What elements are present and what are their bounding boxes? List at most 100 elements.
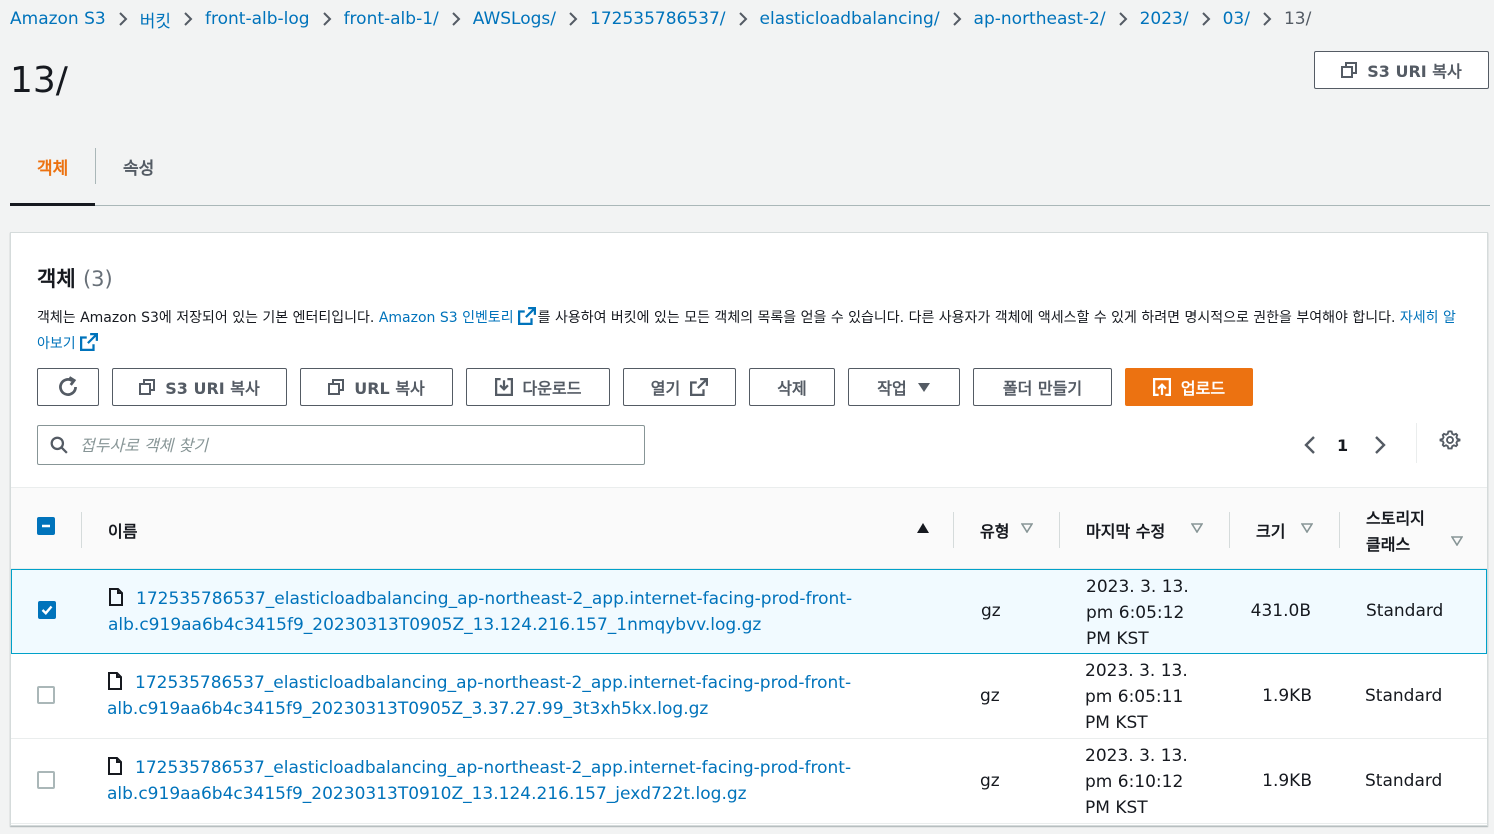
object-name-line2: alb.c919aa6b4c3415f9_20230313T0905Z_3.37… <box>107 699 709 719</box>
object-name-line2: alb.c919aa6b4c3415f9_20230313T0910Z_13.1… <box>107 784 747 804</box>
check-icon <box>41 605 53 615</box>
external-link-icon <box>79 333 98 351</box>
breadcrumb-folder-account[interactable]: 172535786537/ <box>590 9 726 29</box>
column-header-storage-class-line1[interactable]: 스토리지 <box>1366 505 1425 529</box>
breadcrumb-amazon-s3[interactable]: Amazon S3 <box>10 9 106 29</box>
row-checkbox[interactable] <box>37 771 55 789</box>
object-storage-class: Standard <box>1366 601 1444 621</box>
copy-url-label: URL 복사 <box>354 379 425 398</box>
column-header-size[interactable]: 크기 <box>1256 518 1285 542</box>
header-copy-s3-uri-button[interactable]: S3 URI 복사 <box>1314 51 1489 89</box>
object-size: 1.9KB <box>1262 686 1312 706</box>
breadcrumb-folder-year[interactable]: 2023/ <box>1140 9 1189 29</box>
object-name-link[interactable]: 172535786537_elasticloadbalancing_ap-nor… <box>107 755 867 807</box>
object-storage-class: Standard <box>1365 686 1443 706</box>
search-input[interactable] <box>80 435 620 455</box>
object-type: gz <box>980 771 1000 791</box>
column-header-type[interactable]: 유형 <box>980 518 1009 542</box>
file-icon <box>108 672 122 690</box>
breadcrumb-folder-awslogs[interactable]: AWSLogs/ <box>473 9 556 29</box>
last-modified-time: pm 6:05:12 <box>1086 603 1185 623</box>
actions-label: 작업 <box>877 379 907 398</box>
objects-panel: 객체 (3) 객체는 Amazon S3에 저장되어 있는 기본 엔터티입니다.… <box>10 232 1488 826</box>
row-checkbox[interactable] <box>38 601 56 619</box>
download-button[interactable]: 다운로드 <box>466 368 610 406</box>
chevron-right-icon <box>556 11 590 27</box>
header-copy-s3-uri-label: S3 URI 복사 <box>1367 62 1462 81</box>
tab-properties[interactable]: 속성 <box>123 154 154 179</box>
actions-dropdown-button[interactable]: 작업 <box>848 368 960 406</box>
object-name-line1: 172535786537_elasticloadbalancing_ap-nor… <box>135 673 852 693</box>
column-header-last-modified[interactable]: 마지막 수정 <box>1086 518 1165 542</box>
sort-caret-down-icon[interactable] <box>1021 523 1033 533</box>
column-divider <box>1339 512 1340 548</box>
object-last-modified: 2023. 3. 13. pm 6:05:12 PM KST <box>1086 574 1206 652</box>
upload-button[interactable]: 업로드 <box>1125 368 1253 406</box>
select-all-checkbox[interactable] <box>37 517 55 535</box>
current-page-number[interactable]: 1 <box>1337 436 1348 455</box>
tab-baseline <box>10 205 1490 206</box>
copy-url-button[interactable]: URL 복사 <box>300 368 453 406</box>
object-last-modified: 2023. 3. 13. pm 6:10:12 PM KST <box>1085 743 1205 821</box>
objects-heading-label: 객체 <box>37 267 76 291</box>
sort-caret-down-icon[interactable] <box>1451 536 1463 546</box>
file-icon <box>108 757 122 775</box>
create-folder-button[interactable]: 폴더 만들기 <box>973 368 1112 406</box>
copy-icon <box>1341 62 1358 78</box>
sort-caret-down-icon[interactable] <box>1191 523 1203 533</box>
breadcrumb-folder-elb[interactable]: elasticloadbalancing/ <box>760 9 940 29</box>
column-header-storage-class-line2[interactable]: 클래스 <box>1366 531 1410 555</box>
object-name-line2: alb.c919aa6b4c3415f9_20230313T0905Z_13.1… <box>108 615 762 635</box>
pagination: 1 <box>1303 425 1387 465</box>
description-text-1: 객체는 Amazon S3에 저장되어 있는 기본 엔터티입니다. <box>37 310 379 326</box>
sort-caret-down-icon[interactable] <box>1301 523 1313 533</box>
gear-icon[interactable] <box>1439 429 1461 451</box>
object-name-link[interactable]: 172535786537_elasticloadbalancing_ap-nor… <box>108 586 868 638</box>
tab-divider <box>95 148 96 184</box>
tab-objects[interactable]: 객체 <box>37 154 68 179</box>
object-size: 1.9KB <box>1262 771 1312 791</box>
objects-count: (3) <box>82 267 113 291</box>
objects-description: 객체는 Amazon S3에 저장되어 있는 기본 엔터티입니다. Amazon… <box>37 305 1457 357</box>
tab-active-underline <box>10 203 95 206</box>
column-divider <box>81 512 82 548</box>
row-checkbox[interactable] <box>37 686 55 704</box>
table-row[interactable]: 172535786537_elasticloadbalancing_ap-nor… <box>11 739 1487 824</box>
breadcrumb-folder-front-alb-1[interactable]: front-alb-1/ <box>344 9 439 29</box>
copy-icon <box>139 379 156 395</box>
chevron-right-icon <box>1106 11 1140 27</box>
breadcrumb-bucket[interactable]: front-alb-log <box>205 9 310 29</box>
copy-s3-uri-button[interactable]: S3 URI 복사 <box>112 368 287 406</box>
delete-label: 삭제 <box>777 379 807 398</box>
chevron-right-icon[interactable] <box>1373 435 1387 455</box>
object-storage-class: Standard <box>1365 771 1443 791</box>
table-header: 이름 유형 마지막 수정 크기 스토리지 클래스 <box>11 487 1487 569</box>
object-name-link[interactable]: 172535786537_elasticloadbalancing_ap-nor… <box>107 670 867 722</box>
breadcrumb-current: 13/ <box>1283 9 1312 29</box>
chevron-right-icon <box>726 11 760 27</box>
breadcrumb-folder-month[interactable]: 03/ <box>1223 9 1250 29</box>
page-title: 13/ <box>10 60 68 101</box>
delete-button[interactable]: 삭제 <box>749 368 835 406</box>
breadcrumb-buckets[interactable]: 버킷 <box>140 7 171 32</box>
sort-ascending-icon[interactable] <box>916 522 930 534</box>
description-text-2: 를 사용하여 버킷에 있는 모든 객체의 목록을 얻을 수 있습니다. 다른 사… <box>537 310 1400 326</box>
create-folder-label: 폴더 만들기 <box>1002 379 1083 398</box>
chevron-right-icon <box>1189 11 1223 27</box>
tab-bar: 객체 속성 <box>10 146 1490 206</box>
table-row[interactable]: 172535786537_elasticloadbalancing_ap-nor… <box>11 654 1487 739</box>
refresh-button[interactable] <box>37 368 99 406</box>
chevron-right-icon <box>106 11 140 27</box>
breadcrumb-folder-region[interactable]: ap-northeast-2/ <box>974 9 1106 29</box>
inventory-link[interactable]: Amazon S3 인벤토리 <box>379 310 514 326</box>
column-header-name[interactable]: 이름 <box>108 518 137 542</box>
breadcrumb: Amazon S3 버킷 front-alb-log front-alb-1/ … <box>10 6 1311 32</box>
open-button[interactable]: 열기 <box>623 368 736 406</box>
table-row[interactable]: 172535786537_elasticloadbalancing_ap-nor… <box>11 569 1487 654</box>
column-divider <box>953 512 954 548</box>
search-icon <box>50 436 68 454</box>
last-modified-zone: PM KST <box>1085 798 1148 818</box>
chevron-left-icon[interactable] <box>1303 435 1317 455</box>
object-type: gz <box>980 686 1000 706</box>
copy-s3-uri-label: S3 URI 복사 <box>165 379 260 398</box>
